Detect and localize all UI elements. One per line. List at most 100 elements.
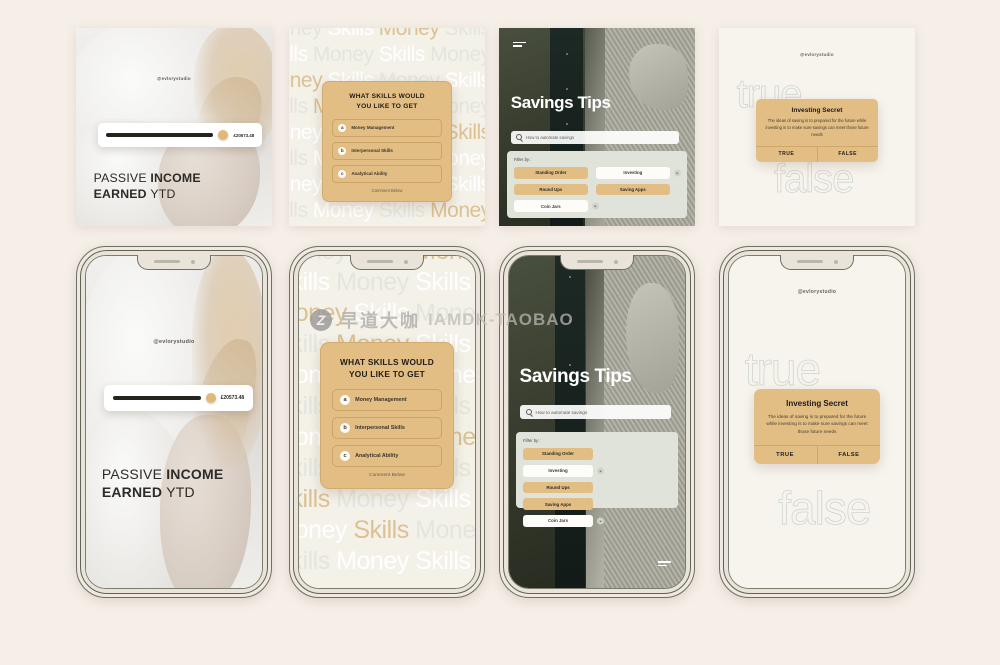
- square-post-savings-tips: Savings Tips How to automate savings Fil…: [499, 28, 695, 226]
- chip-label: Investing: [548, 468, 568, 474]
- slider-value: £20573.48: [233, 132, 255, 138]
- bg-word: Skills: [378, 43, 426, 67]
- false-button[interactable]: FALSE: [818, 446, 881, 464]
- option-label: Analytical Ability: [355, 453, 399, 460]
- filter-label: Filter by :: [523, 437, 541, 443]
- close-icon[interactable]: ×: [673, 169, 681, 177]
- close-icon[interactable]: ×: [597, 517, 605, 525]
- bg-word: Skills: [289, 225, 308, 226]
- bg-word: Skills: [289, 147, 308, 171]
- bg-row: Skills Money Skills Money: [289, 198, 485, 224]
- headline-line-2: EARNED YTD: [94, 187, 261, 203]
- bg-word: Money: [299, 516, 347, 545]
- headline-light-1: PASSIVE: [101, 465, 167, 482]
- close-icon[interactable]: ×: [591, 202, 599, 210]
- filter-chip[interactable]: Investing ×: [523, 464, 605, 477]
- search-placeholder: How to automate savings: [525, 134, 574, 140]
- pampas-grass-decor: [191, 256, 262, 469]
- search-icon: [515, 134, 522, 141]
- menu-icon[interactable]: [657, 560, 671, 568]
- phone-screen: Savings Tips How to automate savings Fil…: [508, 255, 686, 589]
- search-input[interactable]: How to automate savings: [510, 130, 680, 144]
- scene-true-false: @evlorystudio true false Investing Secre…: [729, 256, 905, 588]
- card-title: Investing Secret: [786, 398, 848, 408]
- card-title: Investing Secret: [791, 107, 843, 115]
- filter-chip[interactable]: Round Ups: [513, 183, 588, 196]
- search-placeholder: How to automate savings: [535, 409, 588, 415]
- scene-savings-tips: Savings Tips How to automate savings Fil…: [509, 256, 685, 588]
- option-label: Interpersonal Skills: [355, 425, 405, 432]
- coat-right-shape: [604, 256, 685, 588]
- quiz-title-line-1: WHAT SKILLS WOULD: [349, 93, 425, 101]
- slider-knob[interactable]: [218, 130, 229, 141]
- phone-notch: [137, 255, 211, 270]
- filter-chip[interactable]: Round Ups: [523, 481, 594, 494]
- filter-chip[interactable]: Standing Order: [523, 447, 594, 460]
- quiz-option-b[interactable]: b Interpersonal Skills: [332, 141, 442, 160]
- account-handle: @evlorystudio: [157, 75, 191, 81]
- true-false-card: Investing Secret The ideas of saving is …: [753, 388, 881, 464]
- phone-notch: [560, 255, 634, 270]
- search-input[interactable]: How to automate savings: [519, 405, 671, 420]
- quiz-option-a[interactable]: a Money Management: [332, 118, 442, 137]
- filter-chip-list: Standing Order Investing × Round Ups Savi…: [513, 166, 681, 213]
- true-button[interactable]: TRUE: [756, 146, 818, 162]
- slider-track[interactable]: [112, 396, 201, 401]
- filter-chip[interactable]: Coin Jars ×: [513, 200, 599, 213]
- scene-money-skills: Money Skills Money Skills Skills Money S…: [289, 28, 485, 226]
- phone-notch: [780, 255, 854, 270]
- scene-money-skills: Money Skills Money Skills Money Skills M…: [299, 256, 475, 588]
- bg-word: Money: [336, 547, 409, 576]
- slider-track[interactable]: [105, 133, 214, 138]
- phone-screen: Money Skills Money Skills Money Skills M…: [298, 255, 476, 589]
- chip-label: Standing Order: [542, 451, 575, 457]
- quiz-title-line-1: WHAT SKILLS WOULD: [340, 357, 434, 368]
- quiz-card: WHAT SKILLS WOULD YOU LIKE TO GET a Money…: [320, 342, 454, 490]
- filter-chip[interactable]: Standing Order: [513, 166, 588, 179]
- card-body: The ideas of saving is to prepared for t…: [765, 118, 869, 137]
- filter-chip[interactable]: Coin Jars ×: [523, 515, 605, 527]
- headline: PASSIVE INCOME EARNED YTD: [94, 171, 261, 202]
- filter-chip[interactable]: Saving Apps: [595, 183, 670, 196]
- headline-light-2: YTD: [150, 186, 176, 201]
- true-button[interactable]: TRUE: [754, 445, 818, 464]
- bg-word: Money: [415, 256, 475, 265]
- menu-icon[interactable]: [512, 41, 526, 49]
- quiz-option-c[interactable]: c Analytical Ability: [332, 164, 442, 183]
- headline-line-2: EARNED YTD: [102, 484, 252, 502]
- bg-word: Skills: [299, 268, 330, 297]
- account-handle: @evlorystudio: [800, 51, 834, 57]
- filter-chip[interactable]: Saving Apps: [523, 498, 594, 511]
- headline-bold-1: INCOME: [150, 170, 201, 185]
- option-key-badge: c: [340, 451, 351, 462]
- card-body: The ideas of saving is to prepared for t…: [766, 413, 868, 435]
- quiz-option-c[interactable]: c Analytical Ability: [332, 445, 442, 468]
- mockup-canvas: @evlorystudio £20573.48 PASSIVE INCOME E…: [0, 0, 1000, 665]
- filter-chip[interactable]: Investing ×: [595, 166, 681, 179]
- slider-knob[interactable]: [205, 393, 216, 404]
- phone-mockup-savings-tips: Savings Tips How to automate savings Fil…: [499, 246, 695, 598]
- quiz-option-b[interactable]: b Interpersonal Skills: [332, 417, 442, 440]
- close-icon[interactable]: ×: [597, 467, 605, 475]
- bg-word: Money: [289, 121, 323, 145]
- slider-value: £20573.48: [220, 395, 245, 402]
- income-slider-card[interactable]: £20573.48: [103, 385, 254, 412]
- bg-word: Skills: [299, 547, 330, 576]
- bg-word: Skills: [353, 516, 409, 545]
- option-key-badge: b: [340, 423, 351, 434]
- bg-word: Money: [312, 43, 374, 67]
- income-slider-card[interactable]: £20573.48: [97, 123, 263, 148]
- bg-word: Money: [415, 299, 475, 328]
- bg-row: Skills Money Skills Money: [289, 42, 485, 68]
- bg-row: Money Skills Money: [299, 515, 475, 546]
- false-button[interactable]: FALSE: [818, 147, 878, 162]
- phone-mockup-passive-income: @evlorystudio £20573.48 PASSIVE INCOME E…: [76, 246, 272, 598]
- square-post-true-false: @evlorystudio true false Investing Secre…: [719, 28, 915, 226]
- scene-true-false: @evlorystudio true false Investing Secre…: [719, 28, 915, 226]
- post-title: Savings Tips: [519, 365, 632, 387]
- ghost-text-false: false: [778, 481, 872, 534]
- bg-word: Money: [430, 43, 485, 67]
- quiz-option-a[interactable]: a Money Management: [332, 389, 442, 412]
- bg-word: Skills: [327, 28, 374, 41]
- account-handle: @evlorystudio: [797, 289, 837, 296]
